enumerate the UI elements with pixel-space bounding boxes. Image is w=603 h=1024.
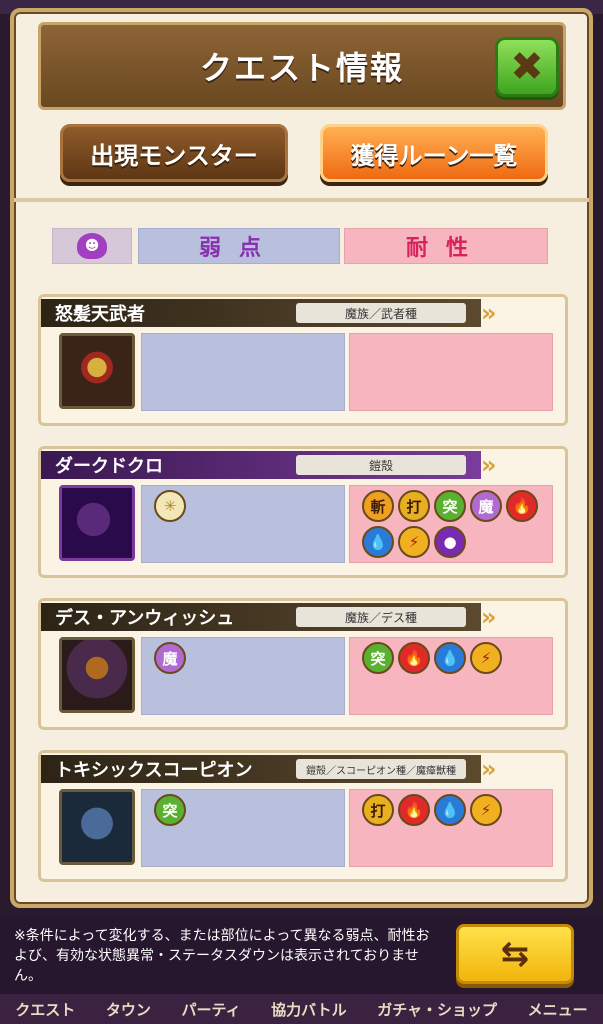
pierce-attack-icon: 突 bbox=[434, 490, 466, 522]
tab-monsters[interactable]: 出現モンスター bbox=[60, 124, 288, 182]
slash-attack-icon: 斬 bbox=[362, 490, 394, 522]
monster-portrait bbox=[59, 789, 135, 865]
monster-name-bar: ダークドクロ 鎧殻 bbox=[41, 451, 481, 479]
resistance-box: 斬 打 突 魔 🔥 💧 ⚡ ● bbox=[349, 485, 553, 563]
thunder-element-icon: ⚡ bbox=[398, 526, 430, 558]
pierce-attack-icon: 突 bbox=[362, 642, 394, 674]
monster-card[interactable]: デス・アンウィッシュ 魔族／デス種 » 魔 突 🔥 💧 ⚡ bbox=[38, 598, 568, 730]
legend-monster-column: ☻ bbox=[52, 228, 132, 264]
monster-card[interactable]: トキシックスコーピオン 鎧殻／スコーピオン種／魔瘴獣種 » 突 打 🔥 💧 ⚡ bbox=[38, 750, 568, 882]
fire-element-icon: 🔥 bbox=[398, 642, 430, 674]
monster-type: 鎧殻／スコーピオン種／魔瘴獣種 bbox=[296, 759, 466, 779]
chevron-right-icon: » bbox=[481, 755, 497, 783]
strike-attack-icon: 打 bbox=[362, 794, 394, 826]
page-title: クエスト情報 bbox=[199, 49, 404, 87]
fire-element-icon: 🔥 bbox=[398, 794, 430, 826]
magic-attack-icon: 魔 bbox=[470, 490, 502, 522]
quest-info-panel: クエスト情報 ✖ 出現モンスター 獲得ルーン一覧 ☻ 弱点 耐性 怒髪天武者 魔… bbox=[10, 8, 593, 908]
chevron-right-icon: » bbox=[481, 299, 497, 327]
monster-name-bar: デス・アンウィッシュ 魔族／デス種 bbox=[41, 603, 481, 631]
swap-button[interactable]: ⇆ bbox=[456, 924, 574, 984]
close-button[interactable]: ✖ bbox=[495, 37, 559, 97]
nav-item-party[interactable]: パーティ bbox=[181, 999, 240, 1020]
fire-element-icon: 🔥 bbox=[506, 490, 538, 522]
water-element-icon: 💧 bbox=[434, 794, 466, 826]
chevron-right-icon: » bbox=[481, 451, 497, 479]
resistance-box: 打 🔥 💧 ⚡ bbox=[349, 789, 553, 867]
nav-item-coop-battle[interactable]: 協力バトル bbox=[271, 999, 346, 1020]
demon-icon: ☻ bbox=[77, 233, 107, 259]
chevron-right-icon: » bbox=[481, 603, 497, 631]
magic-attack-icon: 魔 bbox=[154, 642, 186, 674]
legend-weak: 弱点 bbox=[138, 228, 340, 264]
monster-card[interactable]: ダークドクロ 鎧殻 » ✳ 斬 打 突 魔 🔥 💧 ⚡ ● bbox=[38, 446, 568, 578]
legend-resist: 耐性 bbox=[344, 228, 548, 264]
dark-element-icon: ● bbox=[434, 526, 466, 558]
panel-header: クエスト情報 ✖ bbox=[38, 22, 566, 110]
thunder-element-icon: ⚡ bbox=[470, 794, 502, 826]
divider bbox=[14, 198, 589, 202]
monster-name-bar: 怒髪天武者 魔族／武者種 bbox=[41, 299, 481, 327]
water-element-icon: 💧 bbox=[362, 526, 394, 558]
thunder-element-icon: ⚡ bbox=[470, 642, 502, 674]
monster-card[interactable]: 怒髪天武者 魔族／武者種 » bbox=[38, 294, 568, 426]
monster-type: 魔族／デス種 bbox=[296, 607, 466, 627]
nav-item-quest[interactable]: クエスト bbox=[15, 999, 75, 1020]
nav-item-gacha-shop[interactable]: ガチャ・ショップ bbox=[377, 999, 497, 1020]
weakness-box: 魔 bbox=[141, 637, 345, 715]
monster-type: 鎧殻 bbox=[296, 455, 466, 475]
footer-note: ※条件によって変化する、または部位によって異なる弱点、耐性および、有効な状態異常… bbox=[14, 928, 430, 984]
resistance-box bbox=[349, 333, 553, 411]
resistance-box: 突 🔥 💧 ⚡ bbox=[349, 637, 553, 715]
tab-runes[interactable]: 獲得ルーン一覧 bbox=[320, 124, 548, 182]
weakness-box: 突 bbox=[141, 789, 345, 867]
strike-attack-icon: 打 bbox=[398, 490, 430, 522]
weakness-box bbox=[141, 333, 345, 411]
monster-portrait bbox=[59, 485, 135, 561]
light-element-icon: ✳ bbox=[154, 490, 186, 522]
monster-portrait bbox=[59, 333, 135, 409]
nav-item-town[interactable]: タウン bbox=[106, 999, 151, 1020]
monster-type: 魔族／武者種 bbox=[296, 303, 466, 323]
monster-portrait bbox=[59, 637, 135, 713]
monster-name-bar: トキシックスコーピオン 鎧殻／スコーピオン種／魔瘴獣種 bbox=[41, 755, 481, 783]
bottom-nav: クエスト タウン パーティ 協力バトル ガチャ・ショップ メニュー bbox=[0, 994, 603, 1024]
water-element-icon: 💧 bbox=[434, 642, 466, 674]
pierce-attack-icon: 突 bbox=[154, 794, 186, 826]
weakness-box: ✳ bbox=[141, 485, 345, 563]
swap-icon: ⇆ bbox=[500, 934, 530, 974]
nav-item-menu[interactable]: メニュー bbox=[528, 999, 588, 1020]
close-icon: ✖ bbox=[510, 44, 544, 90]
